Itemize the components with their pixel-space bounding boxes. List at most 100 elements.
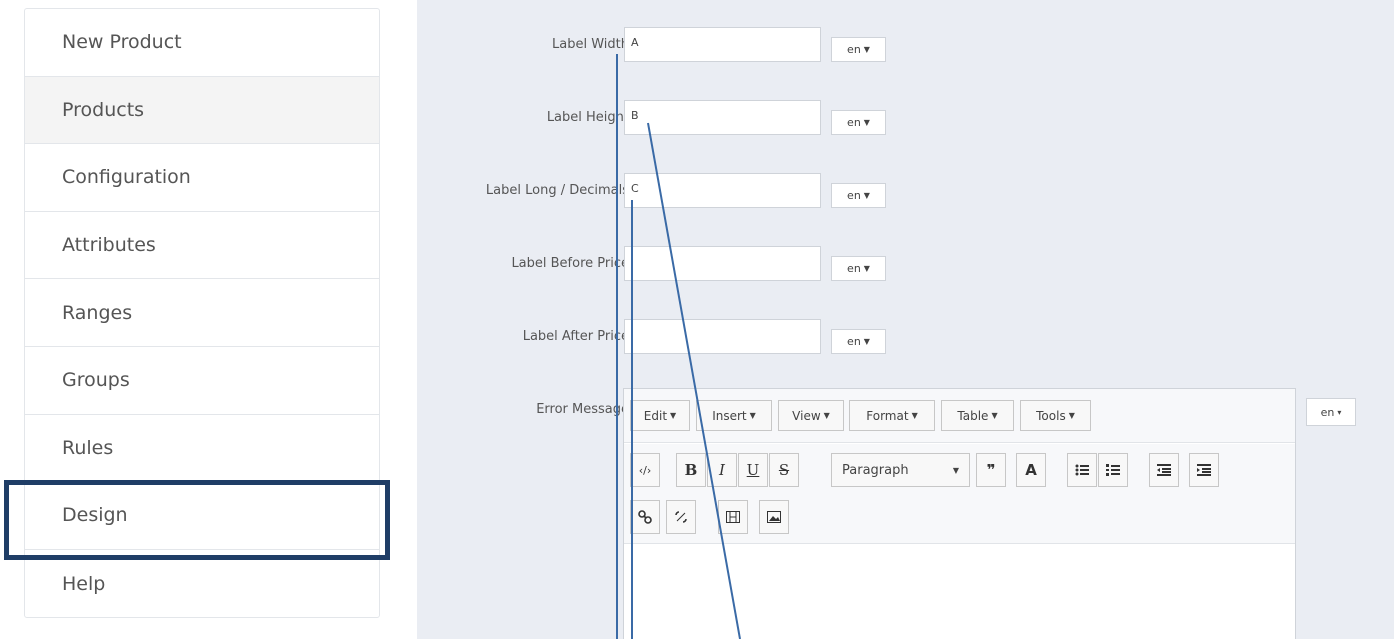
paragraph-label: Paragraph	[842, 462, 909, 478]
label-long-decimals-label: Label Long / Decimals	[485, 183, 629, 198]
caret-down-icon: ▼	[863, 337, 870, 346]
bold-button[interactable]: B	[676, 453, 706, 487]
image-icon	[767, 511, 781, 523]
menu-view-label: View	[792, 408, 821, 423]
strikethrough-icon: S	[778, 461, 790, 479]
source-code-button[interactable]: ‹/›	[630, 453, 660, 487]
editor-menubar: Edit ▼ Insert ▼ View ▼ Format ▼ Table ▼ Tools…	[624, 389, 1295, 443]
outdent-icon	[1157, 464, 1171, 476]
underline-button[interactable]: U	[738, 453, 768, 487]
numbered-list-button[interactable]	[1098, 453, 1128, 487]
lang-code: en	[847, 189, 861, 202]
sidebar-item-products[interactable]: Products	[25, 76, 379, 145]
menu-insert[interactable]: Insert ▼	[696, 400, 772, 431]
menu-format-label: Format	[866, 408, 909, 423]
unlink-icon	[675, 511, 687, 523]
label-width-input[interactable]: A	[624, 27, 821, 62]
label-height-label: Label Height	[546, 110, 629, 125]
lang-code: en	[847, 43, 861, 56]
indent-icon	[1197, 464, 1211, 476]
menu-tools-label: Tools	[1036, 408, 1066, 423]
sidebar-item-configuration[interactable]: Configuration	[25, 144, 379, 212]
menu-format[interactable]: Format ▼	[849, 400, 935, 431]
text-color-button[interactable]: A	[1016, 453, 1046, 487]
caret-down-icon: ▼	[749, 411, 756, 420]
underline-icon: U	[746, 461, 760, 479]
menu-table[interactable]: Table ▼	[941, 400, 1014, 431]
label-long-decimals-input[interactable]: C	[624, 173, 821, 208]
caret-down-icon: ▼	[952, 465, 959, 475]
caret-down-icon: ▼	[911, 411, 918, 420]
sidebar-item-new-product[interactable]: New Product	[25, 9, 379, 77]
caret-down-icon: ▼	[823, 411, 830, 420]
paragraph-format-select[interactable]: Paragraph ▼	[831, 453, 970, 487]
outdent-button[interactable]	[1149, 453, 1179, 487]
caret-down-icon: ▼	[863, 118, 870, 127]
caret-down-icon: ▾	[1337, 407, 1342, 417]
label-after-price-label: Label After Price	[522, 329, 629, 344]
numbered-list-icon	[1106, 464, 1120, 476]
blockquote-button[interactable]: ❞	[976, 453, 1006, 487]
italic-icon: I	[719, 461, 725, 479]
sidebar-item-design[interactable]: Design	[25, 482, 379, 550]
caret-down-icon: ▼	[670, 411, 677, 420]
bullet-list-icon	[1075, 464, 1089, 476]
label-width-row: Label Width A en ▼	[417, 27, 1394, 67]
error-message-lang-dropdown[interactable]: en ▾	[1306, 398, 1356, 426]
design-settings-panel: Label Width A en ▼ Label Height B en ▼ Lab…	[417, 0, 1394, 639]
indent-button[interactable]	[1189, 453, 1219, 487]
text-color-icon: A	[1025, 461, 1037, 479]
sidebar-item-rules[interactable]: Rules	[25, 415, 379, 483]
sidebar-item-attributes[interactable]: Attributes	[25, 212, 379, 280]
label-before-price-row: Label Before Price en ▼	[417, 246, 1394, 286]
caret-down-icon: ▼	[1068, 411, 1075, 420]
label-width-label: Label Width	[552, 37, 629, 52]
caret-down-icon: ▼	[991, 411, 998, 420]
sidebar-item-ranges[interactable]: Ranges	[25, 279, 379, 347]
caret-down-icon: ▼	[863, 45, 870, 54]
lang-code: en	[1320, 405, 1335, 419]
label-height-lang-dropdown[interactable]: en ▼	[831, 110, 886, 135]
editor-toolbar: ‹/› B I U S Paragraph ▼ ❞ A	[624, 444, 1295, 544]
label-after-price-row: Label After Price en ▼	[417, 319, 1394, 359]
sidebar-item-help[interactable]: Help	[25, 550, 379, 618]
label-height-input[interactable]: B	[624, 100, 821, 135]
quote-icon: ❞	[986, 461, 996, 479]
bold-icon: B	[684, 461, 698, 479]
caret-down-icon: ▼	[863, 191, 870, 200]
menu-table-label: Table	[957, 408, 989, 423]
label-after-price-lang-dropdown[interactable]: en ▼	[831, 329, 886, 354]
sidebar-nav: New Product Products Configuration Attri…	[24, 8, 380, 619]
strikethrough-button[interactable]: S	[769, 453, 799, 487]
insert-link-button[interactable]	[630, 500, 660, 534]
error-message-editor: Edit ▼ Insert ▼ View ▼ Format ▼ Table ▼ Tools…	[623, 388, 1296, 639]
insert-media-button[interactable]	[718, 500, 748, 534]
bullet-list-button[interactable]	[1067, 453, 1097, 487]
menu-tools[interactable]: Tools ▼	[1020, 400, 1091, 431]
film-icon	[726, 511, 740, 523]
link-icon	[638, 510, 652, 524]
label-width-lang-dropdown[interactable]: en ▼	[831, 37, 886, 62]
lang-code: en	[847, 116, 861, 129]
sidebar-item-groups[interactable]: Groups	[25, 347, 379, 415]
error-message-label: Error Message	[536, 402, 629, 417]
label-long-decimals-lang-dropdown[interactable]: en ▼	[831, 183, 886, 208]
editor-content-area[interactable]	[624, 545, 1295, 639]
menu-view[interactable]: View ▼	[778, 400, 844, 431]
menu-insert-label: Insert	[712, 408, 747, 423]
code-icon: ‹/›	[638, 463, 652, 477]
label-height-row: Label Height B en ▼	[417, 100, 1394, 140]
insert-image-button[interactable]	[759, 500, 789, 534]
label-before-price-input[interactable]	[624, 246, 821, 281]
caret-down-icon: ▼	[863, 264, 870, 273]
label-before-price-lang-dropdown[interactable]: en ▼	[831, 256, 886, 281]
lang-code: en	[847, 262, 861, 275]
menu-edit[interactable]: Edit ▼	[630, 400, 690, 431]
remove-link-button[interactable]	[666, 500, 696, 534]
label-long-decimals-row: Label Long / Decimals C en ▼	[417, 173, 1394, 213]
label-before-price-label: Label Before Price	[511, 256, 629, 271]
label-after-price-input[interactable]	[624, 319, 821, 354]
lang-code: en	[847, 335, 861, 348]
menu-edit-label: Edit	[643, 408, 668, 423]
italic-button[interactable]: I	[707, 453, 737, 487]
